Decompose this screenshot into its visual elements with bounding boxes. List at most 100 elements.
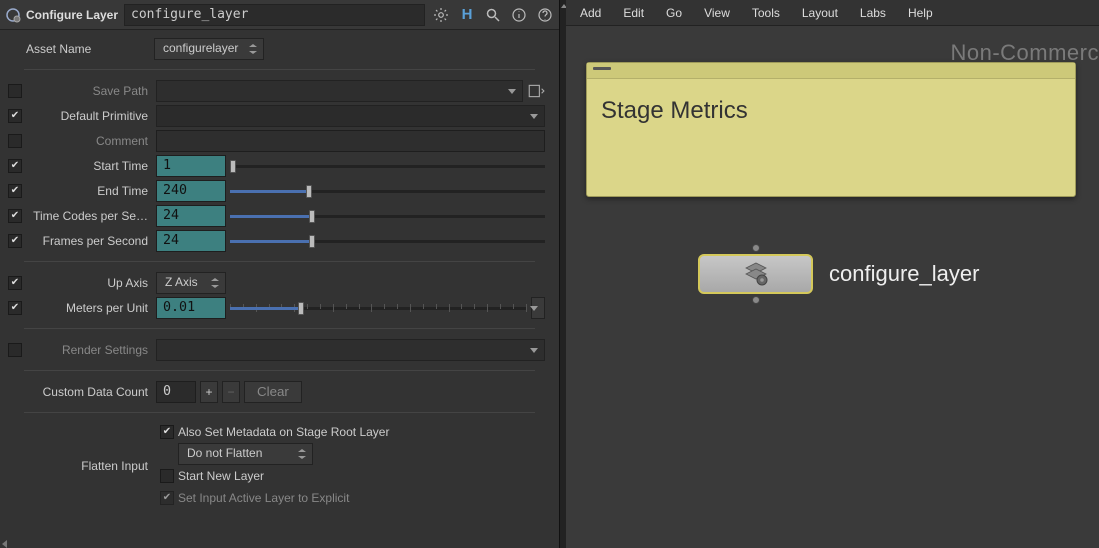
mpu-toggle[interactable]	[8, 301, 22, 315]
flatten-input-label: Flatten Input	[81, 459, 148, 473]
fps-toggle[interactable]	[8, 234, 22, 248]
menu-go[interactable]: Go	[662, 4, 686, 22]
save-path-label: Save Path	[26, 84, 156, 98]
up-axis-toggle[interactable]	[8, 276, 22, 290]
node-output-connector[interactable]	[752, 296, 760, 304]
timecodes-label: Time Codes per Se…	[26, 209, 156, 223]
end-time-slider[interactable]	[230, 184, 545, 198]
custom-data-minus[interactable]: −	[222, 381, 240, 403]
render-settings-row: Render Settings	[4, 337, 555, 362]
node-name-input[interactable]	[124, 4, 425, 26]
up-axis-dropdown[interactable]: Z Axis	[156, 272, 226, 294]
flatten-input-row: Do not Flatten	[156, 443, 555, 465]
start-new-layer-label: Start New Layer	[178, 469, 264, 483]
mpu-input[interactable]	[156, 297, 226, 319]
fps-label: Frames per Second	[26, 234, 156, 248]
scroll-left-icon[interactable]	[0, 538, 10, 548]
minimize-icon[interactable]	[593, 67, 611, 70]
end-time-toggle[interactable]	[8, 184, 22, 198]
search-icon[interactable]	[483, 5, 503, 25]
timecodes-input[interactable]	[156, 205, 226, 227]
save-path-toggle[interactable]	[8, 84, 22, 98]
sticky-note-header[interactable]	[587, 63, 1075, 79]
mpu-menu[interactable]	[531, 297, 545, 319]
also-set-metadata-row: Also Set Metadata on Stage Root Layer	[156, 421, 555, 443]
custom-data-plus[interactable]: +	[200, 381, 218, 403]
start-new-layer-check[interactable]	[160, 469, 174, 483]
menu-labs[interactable]: Labs	[856, 4, 890, 22]
header-toolbar: H	[431, 5, 555, 25]
save-path-field[interactable]	[156, 80, 523, 102]
end-time-row: End Time	[4, 178, 555, 203]
menu-layout[interactable]: Layout	[798, 4, 842, 22]
timecodes-slider[interactable]	[230, 209, 545, 223]
layers-gear-icon	[742, 260, 770, 288]
mpu-slider[interactable]	[230, 301, 527, 315]
menu-view[interactable]: View	[700, 4, 734, 22]
asset-name-row: Asset Name configurelayer	[4, 36, 555, 61]
timecodes-toggle[interactable]	[8, 209, 22, 223]
meters-per-unit-row: Meters per Unit	[4, 295, 555, 320]
node-tile[interactable]	[698, 254, 813, 294]
network-canvas[interactable]: Non-Commerc Stage Metrics configure_laye…	[566, 26, 1099, 548]
custom-data-clear[interactable]: Clear	[244, 381, 302, 403]
menu-edit[interactable]: Edit	[619, 4, 648, 22]
custom-data-row: Custom Data Count + − Clear	[4, 379, 555, 404]
also-set-metadata-label: Also Set Metadata on Stage Root Layer	[178, 425, 389, 439]
default-primitive-label: Default Primitive	[26, 109, 156, 123]
set-input-active-check[interactable]	[160, 491, 174, 505]
comment-toggle[interactable]	[8, 134, 22, 148]
start-time-toggle[interactable]	[8, 159, 22, 173]
info-icon[interactable]	[509, 5, 529, 25]
menu-help[interactable]: Help	[904, 4, 937, 22]
up-axis-label: Up Axis	[26, 276, 156, 290]
fps-slider[interactable]	[230, 234, 545, 248]
asset-name-dropdown[interactable]: configurelayer	[154, 38, 264, 60]
parameters: Asset Name configurelayer Save Path Defa…	[0, 30, 559, 523]
set-input-active-label: Set Input Active Layer to Explicit	[178, 491, 349, 505]
custom-data-input[interactable]	[156, 381, 196, 403]
start-time-input[interactable]	[156, 155, 226, 177]
default-primitive-row: Default Primitive	[4, 103, 555, 128]
graph-node[interactable]: configure_layer	[698, 254, 979, 294]
flatten-input-dropdown[interactable]: Do not Flatten	[178, 443, 313, 465]
sticky-note-title: Stage Metrics	[587, 79, 1075, 143]
menu-add[interactable]: Add	[576, 4, 605, 22]
set-input-active-row: Set Input Active Layer to Explicit	[156, 487, 555, 509]
parameter-panel: Configure Layer H Asset Name configurela…	[0, 0, 560, 548]
comment-input[interactable]	[156, 130, 545, 152]
node-input-connector[interactable]	[752, 244, 760, 252]
start-time-slider[interactable]	[230, 159, 545, 173]
comment-label: Comment	[26, 134, 156, 148]
menu-bar: Add Edit Go View Tools Layout Labs Help	[566, 0, 1099, 26]
asset-name-label: Asset Name	[26, 42, 154, 56]
sticky-note[interactable]: Stage Metrics	[586, 62, 1076, 197]
houdini-icon[interactable]: H	[457, 5, 477, 25]
panel-title: Configure Layer	[26, 8, 118, 22]
render-settings-field[interactable]	[156, 339, 545, 361]
network-view: Add Edit Go View Tools Layout Labs Help …	[566, 0, 1099, 548]
mpu-label: Meters per Unit	[26, 301, 156, 315]
gear-icon[interactable]	[431, 5, 451, 25]
end-time-label: End Time	[26, 184, 156, 198]
menu-tools[interactable]: Tools	[748, 4, 784, 22]
help-icon[interactable]	[535, 5, 555, 25]
fps-row: Frames per Second	[4, 228, 555, 253]
file-chooser-icon[interactable]	[527, 82, 545, 100]
default-primitive-toggle[interactable]	[8, 109, 22, 123]
comment-row: Comment	[4, 128, 555, 153]
save-path-row: Save Path	[4, 78, 555, 103]
node-type-icon	[4, 6, 22, 24]
render-settings-toggle[interactable]	[8, 343, 22, 357]
fps-input[interactable]	[156, 230, 226, 252]
start-time-label: Start Time	[26, 159, 156, 173]
also-set-metadata-check[interactable]	[160, 425, 174, 439]
up-axis-row: Up Axis Z Axis	[4, 270, 555, 295]
start-time-row: Start Time	[4, 153, 555, 178]
start-new-layer-row: Start New Layer	[156, 465, 555, 487]
custom-data-label: Custom Data Count	[26, 385, 156, 399]
end-time-input[interactable]	[156, 180, 226, 202]
timecodes-row: Time Codes per Se…	[4, 203, 555, 228]
graph-node-label: configure_layer	[829, 261, 979, 287]
default-primitive-field[interactable]	[156, 105, 545, 127]
